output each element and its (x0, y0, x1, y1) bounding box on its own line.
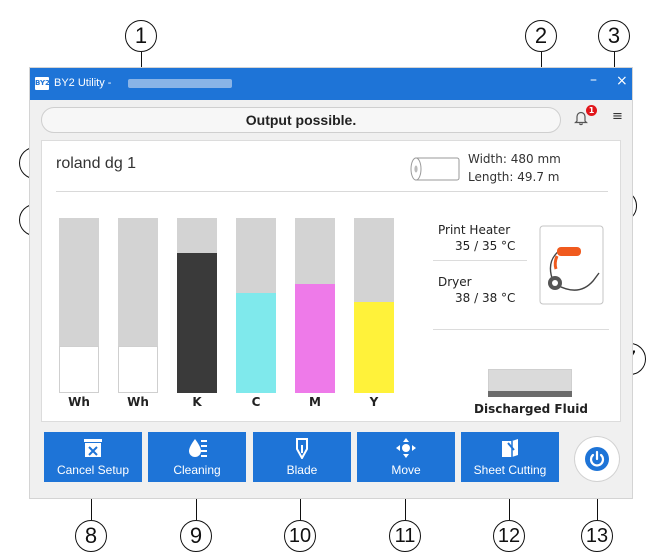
ink-level-fill (177, 253, 217, 393)
ink-column-y: Y (354, 218, 394, 409)
ink-level-fill (236, 293, 276, 393)
blade-icon (296, 438, 308, 459)
divider (56, 191, 608, 192)
status-bar: Output possible. (41, 107, 561, 133)
media-roll-icon (410, 157, 460, 181)
sheet-cutting-icon (502, 439, 518, 457)
cleaning-icon (189, 439, 207, 457)
app-logo: BY2 (35, 77, 50, 90)
ink-level-bar (236, 218, 276, 393)
cleaning-label: Cleaning (173, 463, 221, 477)
move-icon (396, 438, 416, 458)
ink-label: Wh (127, 395, 149, 409)
callout-11: 11 (389, 520, 421, 552)
callout-2: 2 (525, 20, 557, 52)
ink-level-bar (118, 218, 158, 393)
ink-column-c: C (236, 218, 276, 409)
cancel-setup-label: Cancel Setup (56, 463, 130, 477)
ink-level-bar (354, 218, 394, 393)
callout-9: 9 (180, 520, 212, 552)
notification-badge: 1 (586, 105, 597, 116)
dryer-value: 38 / 38 °C (455, 291, 516, 305)
divider (433, 329, 609, 330)
ink-label: Y (369, 395, 379, 409)
cleaning-button[interactable]: Cleaning (148, 432, 246, 482)
ink-column-m: M (295, 218, 335, 409)
cancel-setup-icon (84, 439, 102, 457)
move-label: Move (391, 463, 421, 477)
power-icon (585, 447, 609, 471)
printer-status-panel: roland dg 1 Width: 480 mm Length: 49.7 m… (41, 140, 621, 422)
ink-label: M (309, 395, 321, 409)
ink-level-fill (118, 346, 158, 393)
print-heater-value: 35 / 35 °C (455, 239, 516, 253)
title-bar: BY2 BY2 Utility - – × (30, 68, 632, 100)
discharged-fluid-icon (488, 369, 572, 397)
heater-divider (433, 260, 527, 261)
ink-level-fill (354, 302, 394, 393)
callout-8: 8 (75, 520, 107, 552)
cancel-setup-button[interactable]: Cancel Setup (44, 432, 142, 482)
sheet-cutting-label: Sheet Cutting (473, 463, 547, 477)
window-title: BY2 Utility - (54, 77, 112, 89)
redacted-serial (128, 79, 232, 88)
blade-button[interactable]: Blade (253, 432, 351, 482)
menu-icon[interactable]: ≡ (612, 109, 623, 124)
ink-level-bar (295, 218, 335, 393)
sheet-cutting-button[interactable]: Sheet Cutting (461, 432, 559, 482)
ink-label: K (192, 395, 202, 409)
move-button[interactable]: Move (357, 432, 455, 482)
ink-column-wh-2: Wh (118, 218, 158, 409)
media-length: Length: 49.7 m (468, 170, 560, 184)
close-button[interactable]: × (616, 73, 628, 89)
minimize-button[interactable]: – (590, 72, 597, 88)
app-window: BY2 BY2 Utility - – × Output possible. 1… (30, 68, 632, 498)
ink-level-bar (59, 218, 99, 393)
callout-3: 3 (598, 20, 630, 52)
discharged-fluid-label: Discharged Fluid (474, 402, 588, 416)
ink-column-wh-1: Wh (59, 218, 99, 409)
ink-level-fill (59, 346, 99, 393)
ink-label: C (251, 395, 261, 409)
callout-13: 13 (581, 520, 613, 552)
blade-label: Blade (286, 463, 318, 477)
power-button[interactable] (575, 437, 619, 481)
callout-1: 1 (125, 20, 157, 52)
media-info: Width: 480 mm Length: 49.7 m (468, 150, 561, 186)
ink-level-bar (177, 218, 217, 393)
ink-label: Wh (68, 395, 90, 409)
dryer-label: Dryer (438, 275, 472, 289)
callout-10: 10 (284, 520, 316, 552)
callout-12: 12 (493, 520, 525, 552)
ink-level-fill (295, 284, 335, 393)
print-heater-label: Print Heater (438, 223, 511, 237)
ink-column-k: K (177, 218, 217, 409)
media-width: Width: 480 mm (468, 152, 561, 166)
printer-name: roland dg 1 (56, 155, 137, 172)
heater-icon (539, 225, 604, 305)
